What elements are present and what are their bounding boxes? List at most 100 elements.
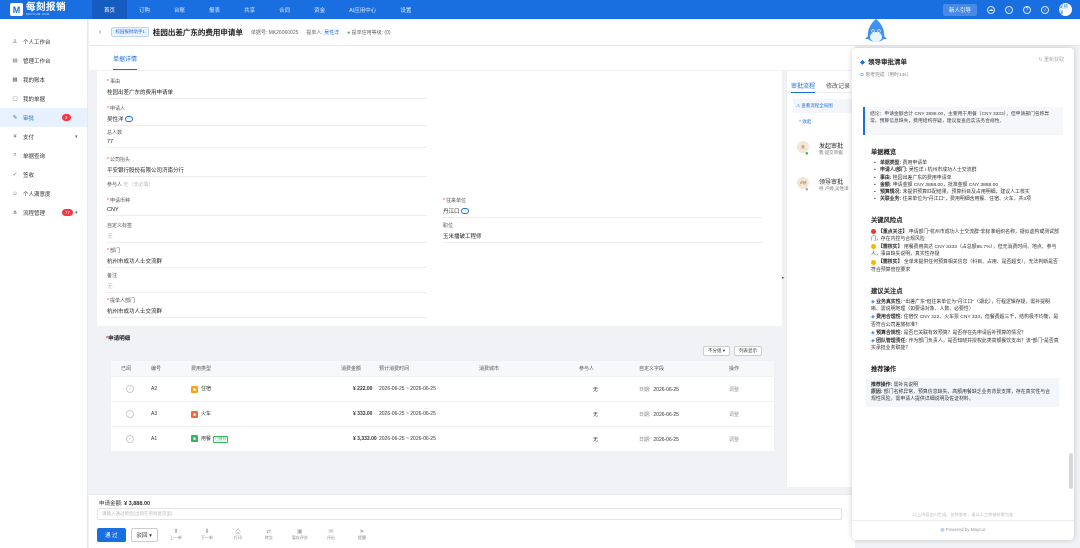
ai-mascot-icon[interactable] [865, 18, 887, 46]
sidebar-item-4[interactable]: ✎ 审批 2 [0, 108, 87, 127]
expense-time: 2026-06-25 ~ 2026-06-25 [379, 436, 436, 442]
reason-line: 原因: 部门名称异常，预算信息缺失，高额用餐缺乏业务背景支撑，存在真实性与合规性… [871, 389, 1054, 403]
more-icon[interactable]: ··· [461, 208, 470, 215]
top-navigation-bar: M 每刻报销 MAYCUR.COM 首页 订购 台账 报表 共享 合同 资金 AI应用中心 设置… [0, 0, 1080, 19]
suggestion-key: 费用合理性: [876, 315, 903, 321]
detail-section-title: *申请明细 [106, 336, 131, 342]
cloud-icon[interactable]: ☁ [987, 5, 995, 14]
read-check-icon[interactable]: ✓ [126, 385, 134, 393]
expense-type-label: 火车 [201, 411, 212, 418]
sidebar-item-5[interactable]: ¥ 支付 ▾ [0, 127, 87, 146]
column-setting-button[interactable]: 列表显示 [734, 346, 763, 356]
field-dept: *部门 杭州市成功人士交流群 [107, 247, 427, 268]
action-down[interactable]: ⬇ 下一单 [194, 529, 220, 541]
read-check-icon[interactable]: ✓ [126, 435, 134, 443]
tab-approval-flow[interactable]: 审批流程 [791, 81, 816, 93]
nav-item-5[interactable]: 合同 [267, 0, 302, 19]
doc-number: 单据号: MK26060025 [250, 29, 299, 36]
ai-think-status[interactable]: ⊙ 思考完成（用时14s） [860, 71, 1066, 78]
adjust-link[interactable]: 调整 [729, 436, 739, 443]
detail-tabs: 单据详情 [89, 46, 855, 70]
participants: 无 [593, 411, 599, 418]
overview-key: 金额: [880, 182, 892, 188]
scrollbar[interactable] [1069, 453, 1073, 489]
sidebar-item-label: 签收 [23, 172, 35, 179]
owner-dept-value: 杭州市成功人士交流群 [107, 307, 427, 318]
refresh-button[interactable]: ↻ 重新获取 [1038, 56, 1064, 63]
action-label: 上一单 [169, 535, 182, 540]
bell-icon[interactable]: ♪ [1041, 5, 1049, 14]
new-user-guide-button[interactable]: 新人引导 [942, 3, 977, 16]
nav-item-4[interactable]: 共享 [232, 0, 267, 19]
action-save[interactable]: ▣ 暂存评办 [287, 529, 313, 541]
action-remind[interactable]: ➤ 提醒 [349, 529, 375, 541]
panel-toggle-icon[interactable]: ▸ [782, 275, 785, 281]
sidebar-item-6[interactable]: ⌕ 单据查询 [0, 146, 87, 165]
comment-input[interactable]: 请输入通过原因(出现在审批意见里) [97, 508, 842, 520]
nav-item-1[interactable]: 订购 [127, 0, 162, 19]
suggestion-item: ◈ 费用合理性: 住宿仅 CNY 222、火车票 CNY 333，但餐费超三千，… [871, 314, 1059, 328]
brand-logo[interactable]: M 每刻报销 MAYCUR.COM [0, 3, 92, 16]
nav-item-2[interactable]: 台账 [162, 0, 197, 19]
view-flow-button[interactable]: ⚠ 查看流程全局图 [793, 99, 854, 113]
field-custom-tag: 自定义标签 无 [107, 222, 427, 243]
sidebar-item-1[interactable]: ▤ 管理工作台 [0, 51, 87, 70]
sidebar-item-label: 我的单据 [23, 96, 46, 103]
table-row[interactable]: ✓ A1 ■ 用餐 已推荐 ¥ 3,333.00 2026-06-25 ~ 2026-06-… [111, 427, 774, 452]
chevron-down-icon[interactable]: ▾ [75, 134, 78, 140]
risk-item: 【需核实】 全单未提供任何预算相关信息（科目、占用、是否超支），无法判断是否符合… [871, 259, 1059, 273]
back-arrow-icon[interactable]: ‹ [99, 29, 101, 36]
adjust-link[interactable]: 调整 [729, 411, 739, 418]
sidebar-item-3[interactable]: ▢ 我的单据 [0, 89, 87, 108]
flow-icon: ⋔ [12, 209, 18, 216]
action-label: 转交 [264, 535, 273, 540]
user-avatar[interactable]: 吴熙洋 [1059, 3, 1072, 16]
action-label: 打印 [233, 535, 242, 540]
overview-item: 预算情况: 未提供预算匹配结果，预算科目及占用明细，建议人工核实 [874, 189, 1059, 196]
table-row[interactable]: ✓ A3 ■ 火车 ¥ 333.00 2026-06-25 ~ 2026-06-25 无 日期… [111, 402, 774, 427]
thinking-icon: ⊙ [860, 73, 865, 78]
nav-item-8[interactable]: 设置 [388, 0, 423, 19]
reject-button[interactable]: 驳回 ▾ [130, 528, 158, 542]
action-transfer[interactable]: ⇄ 转交 [256, 529, 282, 541]
approve-button[interactable]: 通 过 [97, 528, 126, 542]
sidebar-item-0[interactable]: ♙ 个人工作台 [0, 32, 87, 51]
sidebar-item-7[interactable]: ✓ 签收 [0, 165, 87, 184]
table-row[interactable]: ✓ A2 ■ 住宿 ¥ 222.00 2026-06-25 ~ 2026-06-25 无 日期… [111, 377, 774, 402]
tab-change-log[interactable]: 修改记录 [826, 81, 850, 92]
nav-item-3[interactable]: 报表 [197, 0, 232, 19]
question-icon[interactable]: ? [1023, 5, 1031, 14]
nav-item-7[interactable]: AI应用中心 [337, 0, 388, 19]
budget-tag: 校园报财助手1 [111, 27, 149, 37]
table-tools: 不分组 ▾ 列表显示 [703, 346, 763, 356]
overview-key: 事由: [880, 175, 892, 181]
expense-type-icon: ■ [191, 435, 198, 443]
ai-conclusion: 结论：申请金额合计 CNY 3888.00，主要用于用餐（CNY 3333），但… [863, 107, 1063, 135]
person-icon: ♙ [12, 38, 18, 45]
more-icon[interactable]: ··· [125, 116, 134, 123]
participants-value: 无（非必填） [123, 182, 154, 188]
suggestion-value: 是否已关联有效预算？是否存在先申请后补预算的情况？ [903, 330, 1026, 336]
logo-subtext: MAYCUR.COM [26, 12, 50, 16]
group-select[interactable]: 不分组 ▾ [703, 346, 731, 356]
collapse-link[interactable]: ^ 收起 [799, 119, 856, 125]
check-icon: ● [805, 151, 809, 157]
submitter-link[interactable]: 吴性洋 [324, 30, 339, 36]
sidebar-item-2[interactable]: ▦ 我的账本 [0, 70, 87, 89]
read-check-icon[interactable]: ✓ [126, 410, 134, 418]
download-icon[interactable]: ↓ [1005, 5, 1013, 14]
sidebar-item-label: 支付 [23, 134, 35, 141]
chevron-down-icon[interactable]: ▾ [75, 210, 78, 216]
position-value: 玉米播破工程师 [443, 232, 763, 243]
action-print[interactable]: ⎙ 打印 [225, 529, 251, 541]
logo-mark-icon: M [10, 3, 23, 16]
action-comment[interactable]: ✉ 评论 [318, 529, 344, 541]
action-up[interactable]: ⬆ 上一单 [163, 529, 189, 541]
nav-item-6[interactable]: 资金 [302, 0, 337, 19]
sidebar-item-8[interactable]: ☺ 个人满意度 [0, 184, 87, 203]
field-applicant: *申请人 吴性洋 ··· [107, 105, 427, 126]
adjust-link[interactable]: 调整 [729, 386, 739, 393]
tab-document-detail[interactable]: 单据详情 [113, 54, 138, 70]
nav-item-0[interactable]: 首页 [92, 0, 128, 19]
sidebar-item-9[interactable]: ⋔ 流程管理 77 ▾ [0, 203, 87, 222]
